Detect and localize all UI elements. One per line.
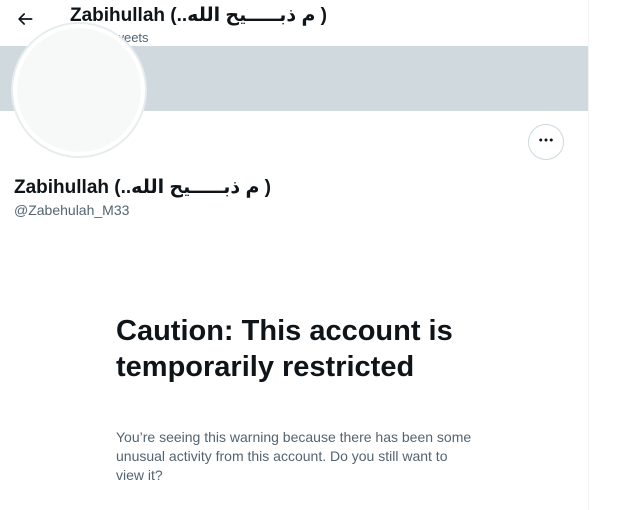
avatar[interactable] — [11, 22, 147, 158]
ellipsis-icon — [537, 131, 555, 154]
avatar-placeholder — [17, 28, 141, 152]
right-gutter — [589, 0, 620, 510]
arrow-left-icon — [15, 9, 35, 34]
header-account-name: Zabihullah (..م ذبـــــیح الله ) — [70, 5, 327, 26]
profile-page: Zabihullah (..م ذبـــــیح الله ) 29.9K T… — [0, 0, 620, 510]
more-options-button[interactable] — [528, 124, 564, 160]
caution-title: Caution: This account is temporarily res… — [116, 315, 453, 383]
caution-message: You’re seeing this warning because there… — [116, 429, 472, 483]
profile-handle: @Zabehulah_M33 — [14, 202, 130, 218]
profile-display-name: Zabihullah (..م ذبـــــیح الله ) — [14, 177, 271, 198]
back-button[interactable] — [10, 6, 40, 36]
main-column: Zabihullah (..م ذبـــــیح الله ) 29.9K T… — [0, 0, 588, 510]
